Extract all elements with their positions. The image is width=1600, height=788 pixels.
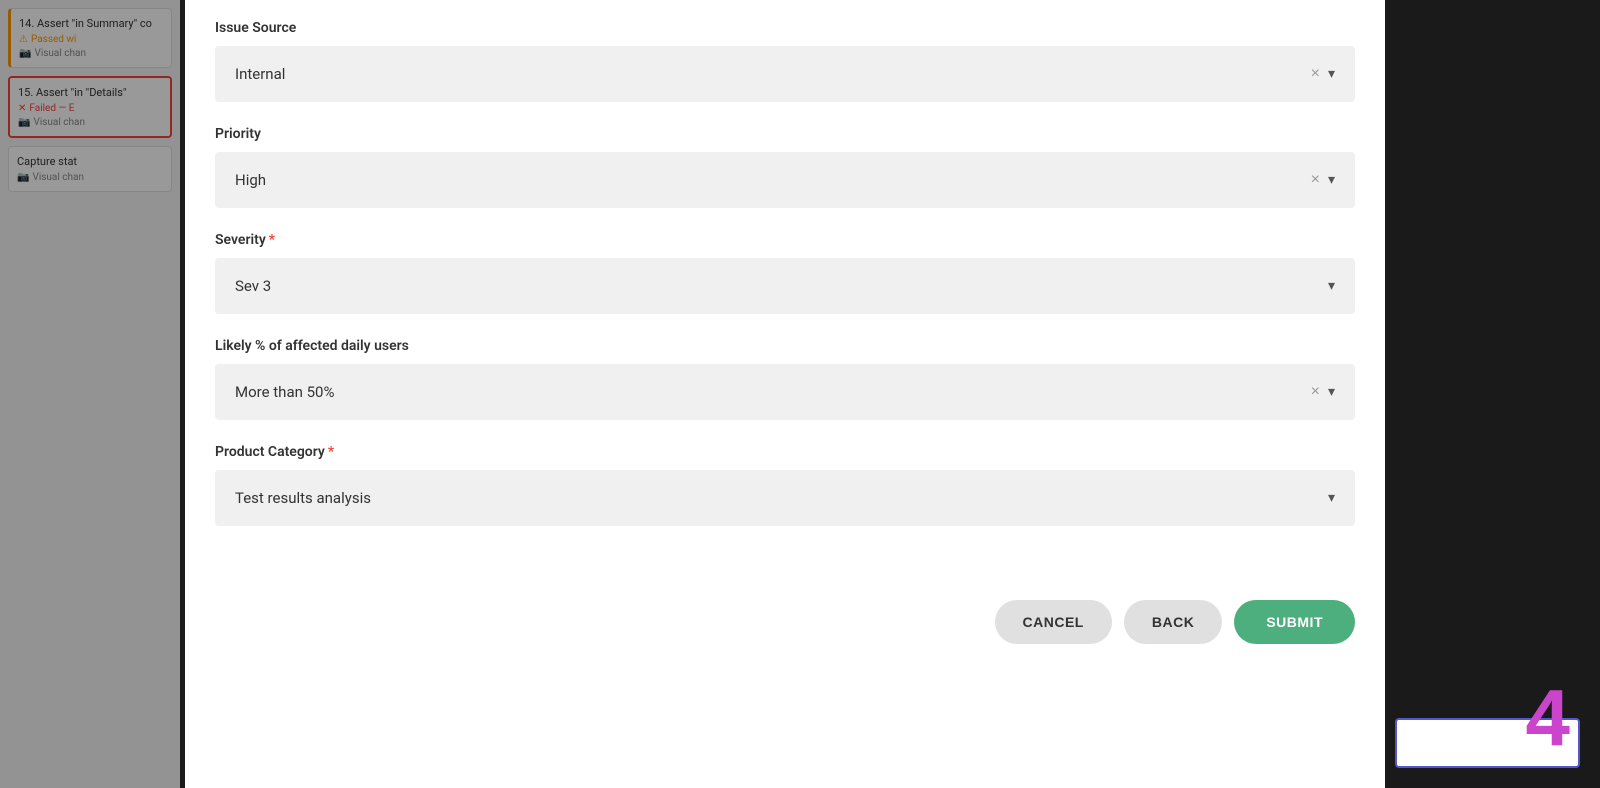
likely-pct-select[interactable]: More than 50% × ▾ [215, 364, 1355, 420]
issue-source-field-group: Issue Source Internal × ▾ [215, 20, 1355, 102]
product-category-field-group: Product Category * Test results analysis… [215, 444, 1355, 526]
priority-clear-button[interactable]: × [1311, 172, 1320, 188]
severity-field-group: Severity * Sev 3 ▾ [215, 232, 1355, 314]
priority-actions: × ▾ [1311, 172, 1335, 188]
likely-pct-actions: × ▾ [1311, 384, 1335, 400]
issue-source-clear-button[interactable]: × [1311, 66, 1320, 82]
likely-pct-field-group: Likely % of affected daily users More th… [215, 338, 1355, 420]
issue-source-chevron-icon: ▾ [1328, 66, 1335, 82]
issue-source-select[interactable]: Internal × ▾ [215, 46, 1355, 102]
modal-content: Issue Source Internal × ▾ Priority High … [185, 0, 1385, 580]
likely-pct-value: More than 50% [235, 383, 1311, 401]
severity-select[interactable]: Sev 3 ▾ [215, 258, 1355, 314]
priority-field-group: Priority High × ▾ [215, 126, 1355, 208]
right-dark-panel [1385, 0, 1600, 788]
priority-label: Priority [215, 126, 1355, 142]
likely-pct-clear-button[interactable]: × [1311, 384, 1320, 400]
product-category-select[interactable]: Test results analysis ▾ [215, 470, 1355, 526]
likely-pct-label: Likely % of affected daily users [215, 338, 1355, 354]
product-category-chevron-icon: ▾ [1328, 490, 1335, 506]
product-category-actions: ▾ [1328, 490, 1335, 506]
modal-footer: CANCEL BACK SUBMIT [185, 580, 1385, 664]
product-category-required-marker: * [328, 444, 334, 460]
priority-select[interactable]: High × ▾ [215, 152, 1355, 208]
severity-label: Severity * [215, 232, 1355, 248]
severity-actions: ▾ [1328, 278, 1335, 294]
modal-dialog: Issue Source Internal × ▾ Priority High … [185, 0, 1385, 788]
issue-source-value: Internal [235, 65, 1311, 83]
priority-value: High [235, 171, 1311, 189]
issue-source-label: Issue Source [215, 20, 1355, 36]
product-category-value: Test results analysis [235, 489, 1328, 507]
back-button[interactable]: BACK [1124, 600, 1222, 644]
severity-value: Sev 3 [235, 277, 1328, 295]
step-number: 4 [1526, 678, 1571, 758]
product-category-label: Product Category * [215, 444, 1355, 460]
likely-pct-chevron-icon: ▾ [1328, 384, 1335, 400]
severity-chevron-icon: ▾ [1328, 278, 1335, 294]
submit-button[interactable]: SUBMIT [1234, 600, 1355, 644]
severity-required-marker: * [269, 232, 275, 248]
priority-chevron-icon: ▾ [1328, 172, 1335, 188]
issue-source-actions: × ▾ [1311, 66, 1335, 82]
cancel-button[interactable]: CANCEL [995, 600, 1112, 644]
